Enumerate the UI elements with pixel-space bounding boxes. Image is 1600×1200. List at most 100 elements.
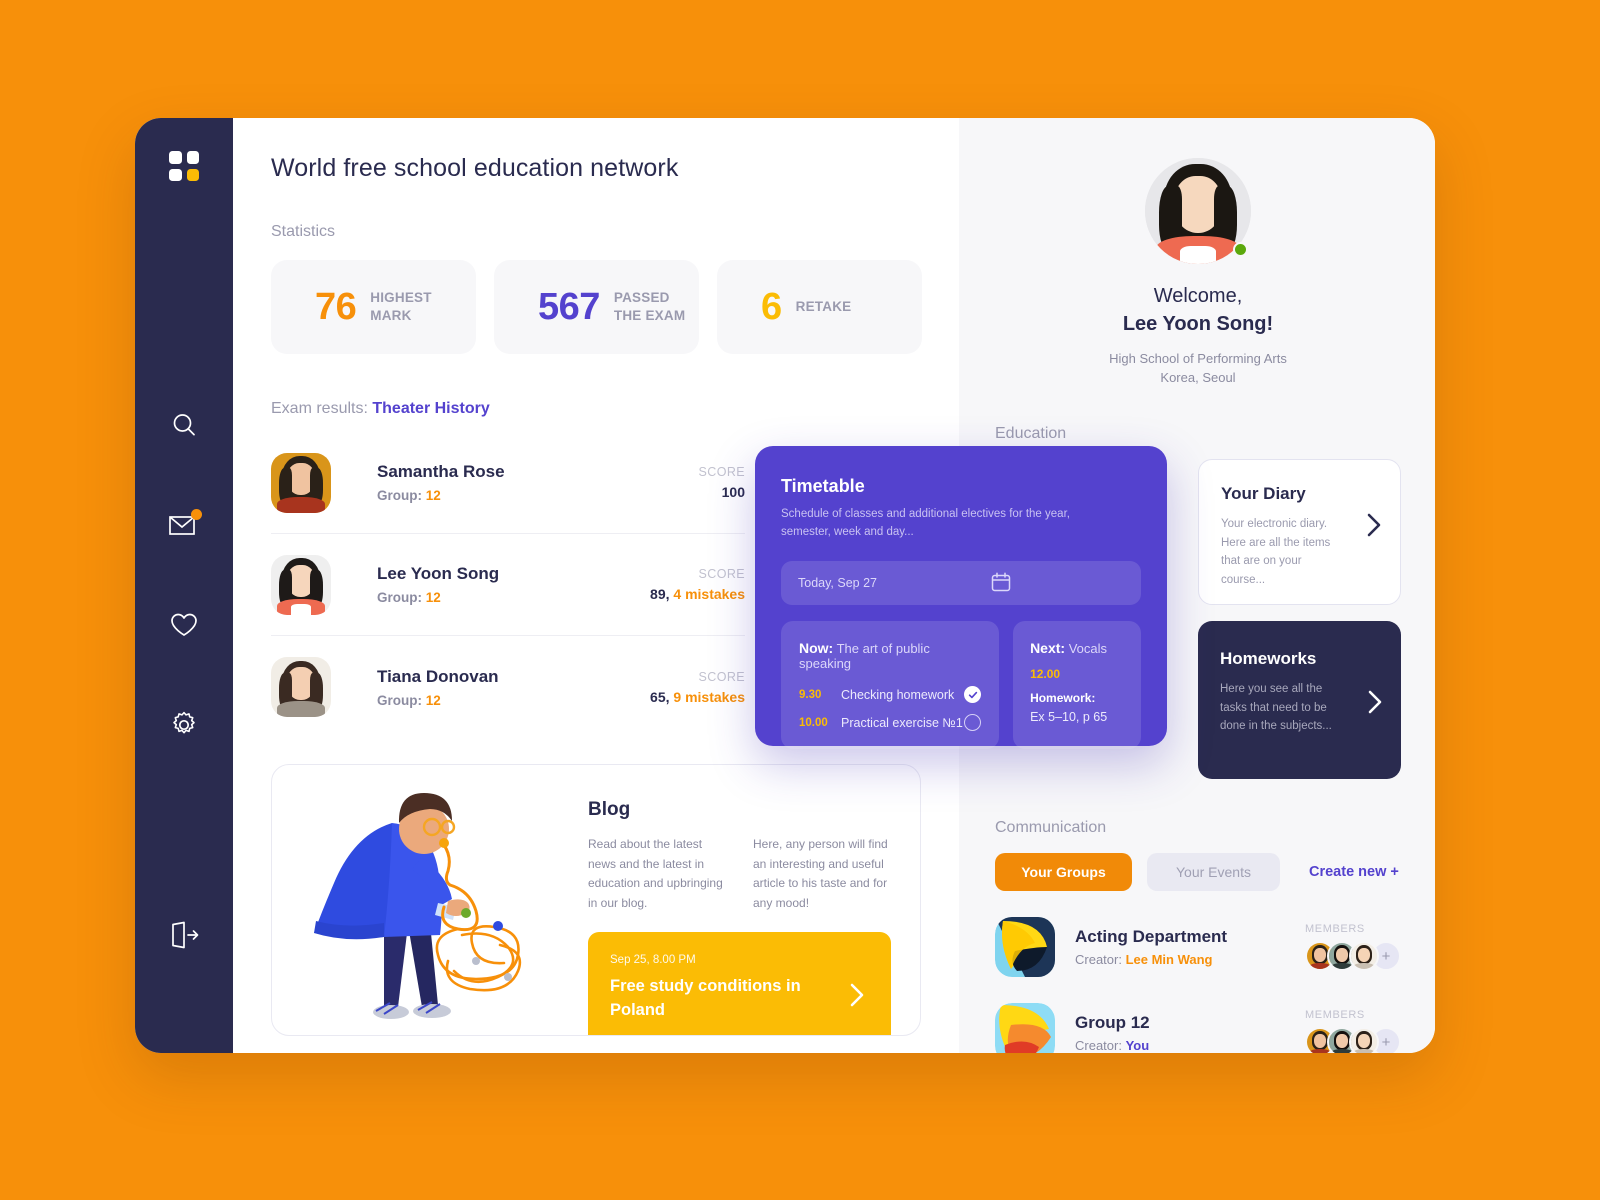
student-name: Samantha Rose <box>377 462 505 481</box>
profile-block: Welcome, Lee Yoon Song! High School of P… <box>995 152 1401 387</box>
group-info: Group 12 Creator: You <box>1075 1013 1305 1053</box>
blog-card: Blog Read about the latest news and the … <box>271 764 921 1036</box>
score-value: 89, 4 mistakes <box>650 586 745 602</box>
stat-label-line2: MARK <box>370 308 412 323</box>
tab-your-groups[interactable]: Your Groups <box>995 853 1132 892</box>
communication-tabs: Your Groups Your Events Create new + <box>995 853 1401 892</box>
timetable-next-heading: Next: Vocals <box>1030 640 1125 656</box>
task-checkbox-checked[interactable] <box>964 686 982 704</box>
statistics-label: Statistics <box>271 223 336 240</box>
table-row[interactable]: Samantha Rose Group: 12 SCORE 100 <box>271 432 745 534</box>
your-diary-card[interactable]: Your Diary Your electronic diary. Here a… <box>1198 459 1401 606</box>
avatar <box>271 452 331 513</box>
score-number: 65, <box>650 688 670 705</box>
task-time: 10.00 <box>799 716 828 729</box>
next-subject: Vocals <box>1068 641 1108 657</box>
group-icon-group-12 <box>995 1003 1055 1053</box>
heart-icon <box>170 612 198 638</box>
student-info: Samantha Rose Group: 12 <box>377 462 699 503</box>
score-value: 100 <box>699 484 745 500</box>
task-name: Practical exercise №1 <box>841 715 963 730</box>
sidebar-item-settings[interactable] <box>160 701 208 749</box>
blog-featured-post[interactable]: Sep 25, 8.00 PM Free study conditions in… <box>588 931 891 1035</box>
stat-value: 76 <box>315 285 357 328</box>
sidebar-item-favorites[interactable] <box>160 601 208 649</box>
stat-card-retake[interactable]: 6 RETAKE <box>717 260 922 354</box>
score-number: 89, <box>650 586 670 602</box>
school-location: Korea, Seoul <box>1160 370 1236 386</box>
task-checkbox-unchecked[interactable] <box>964 714 982 732</box>
stat-label: PASSED THE EXAM <box>614 289 685 325</box>
student-group: Group: 12 <box>377 488 699 503</box>
blog-title: Blog <box>588 799 631 820</box>
group-value: 12 <box>425 488 441 503</box>
stat-label-line2: THE EXAM <box>613 308 686 323</box>
grid-logo-icon[interactable] <box>169 151 199 181</box>
group-info: Acting Department Creator: Lee Min Wang <box>1075 927 1305 967</box>
stat-card-highest-mark[interactable]: 76 HIGHEST MARK <box>271 260 476 354</box>
stat-label: HIGHEST MARK <box>370 289 431 325</box>
sidebar-item-search[interactable] <box>160 401 208 449</box>
group-name: Group 12 <box>1075 1013 1150 1033</box>
next-homework-label: Homework: <box>1030 691 1096 706</box>
score-label: SCORE <box>698 567 745 581</box>
table-row[interactable]: Tiana Donovan Group: 12 SCORE 65, 9 mist… <box>271 636 745 738</box>
avatar <box>271 657 331 717</box>
blog-text-col1: Read about the latest news and the lates… <box>588 837 723 911</box>
student-info: Tiana Donovan Group: 12 <box>377 667 650 708</box>
group-label: Group: <box>377 488 422 503</box>
creator-name[interactable]: Lee Min Wang <box>1126 952 1213 967</box>
homeworks-card[interactable]: Homeworks Here you see all the tasks tha… <box>1198 621 1401 780</box>
avatar[interactable] <box>1349 941 1379 972</box>
status-badge <box>1233 242 1248 257</box>
timetable-card: Timetable Schedule of classes and additi… <box>755 446 1167 750</box>
notification-badge <box>191 509 202 520</box>
creator-label: Creator: <box>1075 1038 1122 1053</box>
score-number: 100 <box>721 484 745 500</box>
table-row[interactable]: Lee Yoon Song Group: 12 SCORE 89, 4 mist… <box>271 534 745 636</box>
stat-value: 6 <box>761 285 782 328</box>
group-label: Group: <box>377 590 422 605</box>
timetable-date-value: Today, Sep 27 <box>798 576 877 591</box>
score-mistakes: 9 mistakes <box>673 688 745 705</box>
timetable-date-picker[interactable]: Today, Sep 27 <box>781 561 1141 606</box>
blog-illustration <box>272 765 562 1035</box>
student-name: Lee Yoon Song <box>377 564 500 583</box>
diary-description: Your electronic diary. Here are all the … <box>1221 518 1331 586</box>
list-item[interactable]: Group 12 Creator: You MEMBERS + <box>995 1003 1401 1053</box>
group-name: Acting Department <box>1075 927 1228 947</box>
timetable-now-heading: Now: The art of public speaking <box>799 640 981 671</box>
avatar[interactable] <box>1145 158 1251 264</box>
blog-post-headline: Free study conditions in Poland <box>610 976 801 1019</box>
list-item[interactable]: 9.30 Checking homework <box>799 686 982 704</box>
homeworks-description: Here you see all the tasks that need to … <box>1220 683 1332 733</box>
welcome-text: Welcome, <box>1153 285 1243 307</box>
stat-label-line1: HIGHEST <box>370 289 432 305</box>
list-item[interactable]: 10.00 Practical exercise №1 <box>799 714 982 732</box>
now-label: Now: <box>799 640 834 657</box>
logout-icon <box>169 921 199 949</box>
group-label: Group: <box>377 692 422 708</box>
stat-card-passed-exam[interactable]: 567 PASSED THE EXAM <box>494 260 699 354</box>
members-label: MEMBERS <box>1305 1009 1365 1022</box>
main-area: World free school education network Stat… <box>233 118 1435 1053</box>
page-title: World free school education network <box>271 154 679 182</box>
sidebar-item-logout[interactable] <box>160 911 208 959</box>
create-new-button[interactable]: Create new + <box>1309 864 1399 880</box>
avatar[interactable] <box>1349 1027 1379 1053</box>
exam-subject-link[interactable]: Theater History <box>372 400 489 417</box>
chevron-right-icon <box>849 982 865 1013</box>
timetable-next-panel: Next: Vocals 12.00 Homework: Ex 5–10, p … <box>1013 621 1141 750</box>
creator-name[interactable]: You <box>1126 1038 1150 1053</box>
school-name: High School of Performing Arts <box>1109 351 1287 366</box>
homeworks-title: Homeworks <box>1220 649 1317 669</box>
list-item[interactable]: Acting Department Creator: Lee Min Wang … <box>995 917 1401 978</box>
blog-post-date: Sep 25, 8.00 PM <box>610 953 696 966</box>
blog-body: Blog Read about the latest news and the … <box>562 765 920 1035</box>
sidebar-item-messages[interactable] <box>160 501 208 549</box>
next-time: 12.00 <box>1030 667 1061 682</box>
student-score: SCORE 65, 9 mistakes <box>650 670 745 705</box>
timetable-subtitle: Schedule of classes and additional elect… <box>781 508 1070 539</box>
tab-your-events[interactable]: Your Events <box>1147 853 1280 892</box>
chevron-right-icon <box>1367 689 1383 720</box>
